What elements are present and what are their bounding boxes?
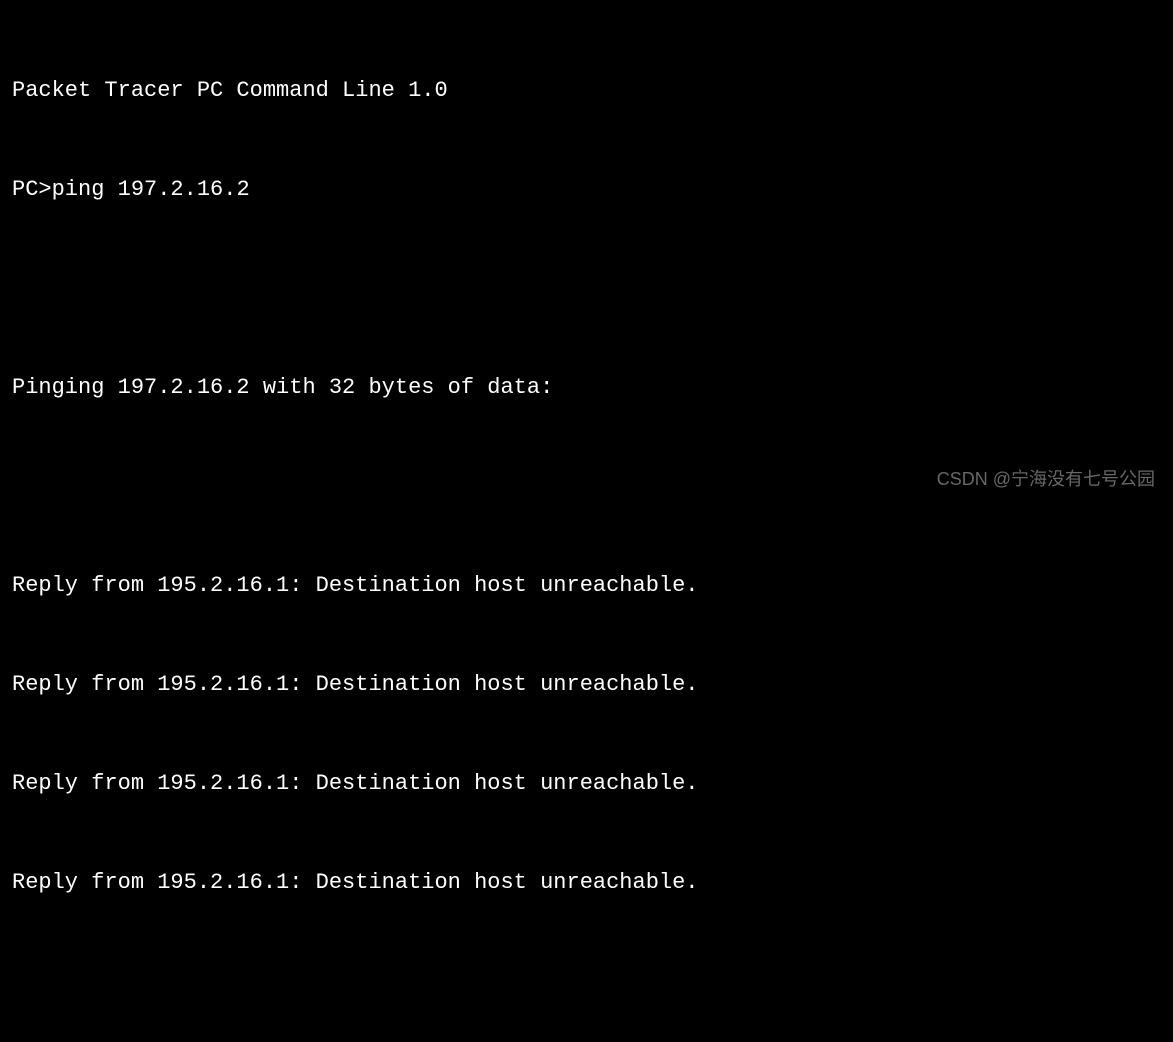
- ping-reply: Reply from 195.2.16.1: Destination host …: [12, 866, 1161, 899]
- command-line-1: PC>ping 197.2.16.2: [12, 173, 1161, 206]
- terminal-output[interactable]: Packet Tracer PC Command Line 1.0 PC>pin…: [12, 8, 1161, 1042]
- blank-line: [12, 272, 1161, 305]
- pinging-header: Pinging 197.2.16.2 with 32 bytes of data…: [12, 371, 1161, 404]
- ping-reply: Reply from 195.2.16.1: Destination host …: [12, 668, 1161, 701]
- watermark: CSDN @宁海没有七号公园: [937, 466, 1155, 493]
- typed-command: ping 197.2.16.2: [52, 173, 250, 206]
- prompt: PC>: [12, 173, 52, 206]
- ping-reply: Reply from 195.2.16.1: Destination host …: [12, 767, 1161, 800]
- ping-reply: Reply from 195.2.16.1: Destination host …: [12, 569, 1161, 602]
- banner-line: Packet Tracer PC Command Line 1.0: [12, 74, 1161, 107]
- blank-line: [12, 965, 1161, 998]
